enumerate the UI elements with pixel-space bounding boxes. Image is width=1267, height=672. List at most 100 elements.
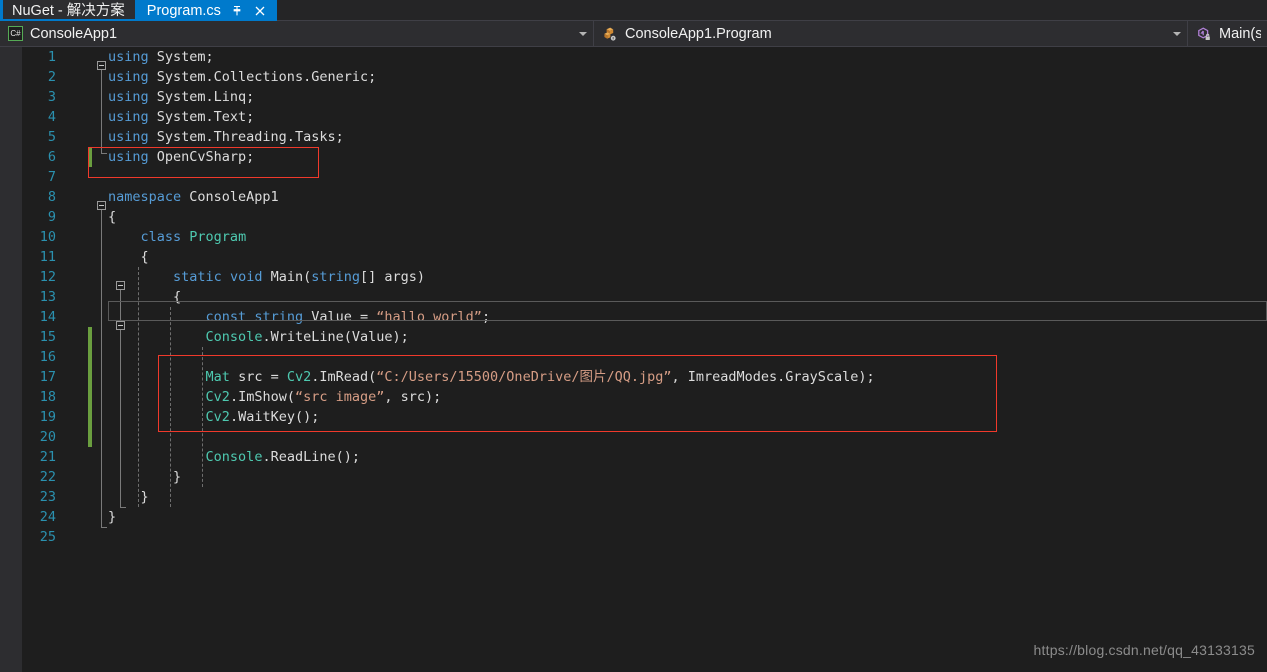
code-line-23[interactable]: 23 } bbox=[0, 487, 1267, 507]
line-number: 17 bbox=[39, 369, 56, 385]
close-icon[interactable] bbox=[253, 3, 267, 18]
token-kw: namespace bbox=[108, 189, 182, 205]
code-line-14[interactable]: 14 const string Value = “hallo world”; bbox=[0, 307, 1267, 327]
code-line-7[interactable]: 7 bbox=[0, 167, 1267, 187]
token-pln: Main( bbox=[262, 269, 312, 285]
code-line-24[interactable]: 24} bbox=[0, 507, 1267, 527]
token-pln: System.Text; bbox=[148, 109, 255, 125]
token-typ: Mat bbox=[205, 369, 230, 385]
line-content[interactable]: Cv2.WaitKey(); bbox=[108, 407, 320, 427]
line-number: 4 bbox=[47, 109, 56, 125]
line-content[interactable]: const string Value = “hallo world”; bbox=[108, 307, 491, 327]
token-str: “C:/Users/15500/OneDrive/图片/QQ.jpg” bbox=[376, 369, 672, 385]
token-pln: .WriteLine(Value); bbox=[262, 329, 409, 345]
line-content[interactable]: { bbox=[108, 207, 116, 227]
line-number: 12 bbox=[39, 269, 56, 285]
token-pln: } bbox=[108, 469, 182, 485]
token-typ: Cv2 bbox=[286, 369, 312, 385]
tab-nuget-solution[interactable]: NuGet - 解决方案 bbox=[0, 0, 135, 21]
code-line-2[interactable]: 2 using System.Collections.Generic; bbox=[0, 67, 1267, 87]
token-kw: class bbox=[140, 229, 182, 245]
code-line-5[interactable]: 5 using System.Threading.Tasks; bbox=[0, 127, 1267, 147]
token-pln: System; bbox=[148, 49, 214, 65]
code-line-10[interactable]: 10 class Program bbox=[0, 227, 1267, 247]
visual-studio-editor-window: NuGet - 解决方案 Program.cs C# ConsoleApp1 C… bbox=[0, 0, 1267, 672]
token-pln: { bbox=[108, 289, 182, 305]
code-line-6[interactable]: 6 using OpenCvSharp; bbox=[0, 147, 1267, 167]
token-str: “hallo world” bbox=[376, 309, 482, 325]
token-pln: } bbox=[108, 489, 149, 505]
code-line-9[interactable]: 9{ bbox=[0, 207, 1267, 227]
token-pln: .ImShow( bbox=[229, 389, 295, 405]
token-kw: using bbox=[108, 89, 149, 105]
code-line-1[interactable]: 1 using System; bbox=[0, 47, 1267, 67]
line-content[interactable]: using System.Threading.Tasks; bbox=[108, 127, 344, 147]
line-content[interactable]: } bbox=[108, 507, 116, 527]
line-content[interactable]: using System.Text; bbox=[108, 107, 254, 127]
navbar-project-dropdown[interactable]: C# ConsoleApp1 bbox=[0, 21, 594, 46]
line-content[interactable]: using System.Linq; bbox=[108, 87, 254, 107]
tab-program-cs[interactable]: Program.cs bbox=[134, 0, 277, 21]
code-line-12[interactable]: 12 static void Main(string[] args) bbox=[0, 267, 1267, 287]
token-kw: using bbox=[108, 69, 149, 85]
line-content[interactable]: namespace ConsoleApp1 bbox=[108, 187, 279, 207]
token-pln: .ImRead( bbox=[311, 369, 377, 385]
line-content[interactable]: class Program bbox=[108, 227, 247, 247]
line-content[interactable]: using System.Collections.Generic; bbox=[108, 67, 376, 87]
line-content[interactable]: Console.WriteLine(Value); bbox=[108, 327, 409, 347]
token-pln: src = bbox=[229, 369, 287, 385]
token-pln: , ImreadModes.GrayScale); bbox=[671, 369, 875, 385]
code-line-25[interactable]: 25 bbox=[0, 527, 1267, 547]
token-kw: using bbox=[108, 149, 149, 165]
chevron-down-icon[interactable] bbox=[1173, 31, 1181, 36]
code-line-21[interactable]: 21 Console.ReadLine(); bbox=[0, 447, 1267, 467]
pin-icon[interactable] bbox=[230, 3, 244, 18]
line-content[interactable]: using System; bbox=[108, 47, 214, 67]
token-pln bbox=[108, 269, 173, 285]
line-content[interactable]: { bbox=[108, 287, 181, 307]
line-content[interactable]: using OpenCvSharp; bbox=[108, 147, 254, 167]
line-number: 10 bbox=[39, 229, 56, 245]
token-pln bbox=[222, 269, 230, 285]
code-line-8[interactable]: 8 namespace ConsoleApp1 bbox=[0, 187, 1267, 207]
code-line-4[interactable]: 4 using System.Text; bbox=[0, 107, 1267, 127]
class-icon bbox=[602, 26, 618, 42]
line-content[interactable]: Cv2.ImShow(“src image”, src); bbox=[108, 387, 442, 407]
line-content[interactable]: } bbox=[108, 487, 149, 507]
code-line-16[interactable]: 16 bbox=[0, 347, 1267, 367]
line-number: 25 bbox=[39, 529, 56, 545]
code-line-19[interactable]: 19 Cv2.WaitKey(); bbox=[0, 407, 1267, 427]
code-line-22[interactable]: 22 } bbox=[0, 467, 1267, 487]
line-number: 24 bbox=[39, 509, 56, 525]
code-editor[interactable]: 1 using System; 2 using System.Collections.… bbox=[0, 47, 1267, 672]
line-content[interactable]: Mat src = Cv2.ImRead(“C:/Users/15500/One… bbox=[108, 367, 875, 387]
token-pln bbox=[108, 309, 206, 325]
code-line-13[interactable]: 13 { bbox=[0, 287, 1267, 307]
token-pln bbox=[108, 329, 206, 345]
code-line-18[interactable]: 18 Cv2.ImShow(“src image”, src); bbox=[0, 387, 1267, 407]
csharp-project-icon: C# bbox=[8, 26, 23, 41]
line-content[interactable]: Console.ReadLine(); bbox=[108, 447, 360, 467]
navbar-type-dropdown[interactable]: ConsoleApp1.Program bbox=[594, 21, 1188, 46]
code-line-17[interactable]: 17 Mat src = Cv2.ImRead(“C:/Users/15500/… bbox=[0, 367, 1267, 387]
chevron-down-icon[interactable] bbox=[579, 31, 587, 36]
line-content[interactable]: } bbox=[108, 467, 181, 487]
token-kw: void bbox=[229, 269, 263, 285]
token-pln: { bbox=[108, 249, 149, 265]
line-number: 18 bbox=[39, 389, 56, 405]
code-line-20[interactable]: 20 bbox=[0, 427, 1267, 447]
line-number: 14 bbox=[39, 309, 56, 325]
code-line-3[interactable]: 3 using System.Linq; bbox=[0, 87, 1267, 107]
token-pln: Value = bbox=[303, 309, 377, 325]
code-line-15[interactable]: 15 Console.WriteLine(Value); bbox=[0, 327, 1267, 347]
navbar-member-dropdown[interactable]: Main(st bbox=[1188, 21, 1267, 46]
token-kw: using bbox=[108, 109, 149, 125]
line-content[interactable]: static void Main(string[] args) bbox=[108, 267, 425, 287]
line-number: 9 bbox=[47, 209, 56, 225]
token-typ: Console bbox=[205, 449, 263, 465]
token-pln: OpenCvSharp; bbox=[148, 149, 255, 165]
navbar-type-label: ConsoleApp1.Program bbox=[625, 25, 772, 42]
code-lines-container[interactable]: 1 using System; 2 using System.Collections.… bbox=[0, 47, 1267, 672]
line-content[interactable]: { bbox=[108, 247, 149, 267]
code-line-11[interactable]: 11 { bbox=[0, 247, 1267, 267]
